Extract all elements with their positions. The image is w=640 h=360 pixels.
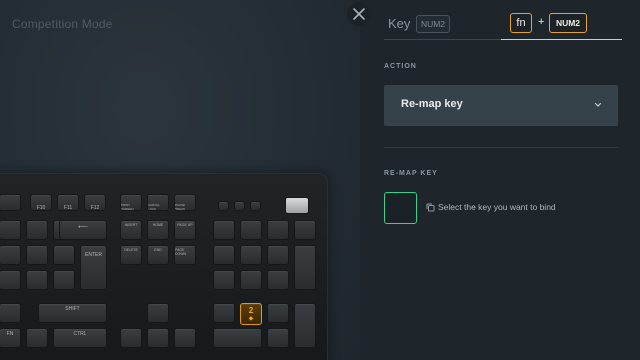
key-num0[interactable] <box>213 328 262 348</box>
key-num4[interactable] <box>213 270 235 290</box>
key[interactable] <box>53 270 75 290</box>
key-num9[interactable] <box>267 245 289 265</box>
remap-hint-text: Select the key you want to bind <box>438 202 556 212</box>
key-label: PAUSE BREAK <box>175 203 186 211</box>
key-label: F10 <box>36 205 46 211</box>
key-arrow-right[interactable] <box>174 328 196 348</box>
key-menu[interactable] <box>26 328 48 348</box>
tab-key-label: Key <box>388 16 411 31</box>
key[interactable] <box>0 245 21 265</box>
key[interactable] <box>26 245 48 265</box>
keyboard: F10 F11 F12 PRINT SCREEN SCROLL LOCK PAU… <box>0 173 328 360</box>
key-num-minus[interactable] <box>294 220 316 240</box>
key-arrow-left[interactable] <box>120 328 142 348</box>
key-label: SCROLL LOCK <box>148 203 160 211</box>
key-label: SHIFT <box>65 306 80 312</box>
media-button[interactable] <box>218 201 229 211</box>
key-page-down[interactable]: PAGE DOWN <box>174 245 196 265</box>
key-num6[interactable] <box>267 270 289 290</box>
chevron-down-icon <box>594 102 602 107</box>
key-print-screen[interactable]: PRINT SCREEN <box>120 194 142 211</box>
key-num2-highlighted[interactable]: 2 ⬥ <box>240 303 262 325</box>
copy-icon <box>426 203 435 211</box>
key-sublabel: ⬥ <box>248 315 254 322</box>
action-dropdown[interactable]: Re-map key <box>384 85 618 126</box>
key-label: 2 <box>248 305 254 315</box>
key-chip: NUM2 <box>416 15 450 33</box>
key[interactable] <box>0 220 21 240</box>
key-scroll-lock[interactable]: SCROLL LOCK <box>147 194 169 211</box>
key[interactable] <box>26 270 48 290</box>
remap-section-title: RE-MAP KEY <box>384 170 438 177</box>
key[interactable] <box>0 270 21 290</box>
key[interactable] <box>26 220 48 240</box>
key-label: FN <box>6 331 14 337</box>
key-right-shift[interactable]: SHIFT <box>38 303 107 323</box>
action-dropdown-value: Re-map key <box>401 98 463 110</box>
key-label: PAGE UP <box>177 223 193 227</box>
key-pause[interactable]: PAUSE BREAK <box>174 194 196 211</box>
key-num-divide[interactable] <box>240 220 262 240</box>
key-num7[interactable] <box>213 245 235 265</box>
key-arrow-up[interactable] <box>147 303 169 323</box>
key-label: PRINT SCREEN <box>121 203 134 211</box>
close-icon <box>353 8 365 20</box>
key-fn[interactable]: FN <box>0 328 21 348</box>
key-numlock[interactable] <box>213 220 235 240</box>
key-num-decimal[interactable] <box>267 328 289 348</box>
key-label: END <box>154 248 162 252</box>
key-label: F12 <box>90 205 100 211</box>
key-home[interactable]: HOME <box>147 220 169 240</box>
key-insert[interactable]: INSERT <box>120 220 142 240</box>
key-num3[interactable] <box>267 303 289 323</box>
media-button[interactable] <box>234 201 245 211</box>
key-right-ctrl[interactable]: CTRL <box>53 328 107 348</box>
mode-title: Competition Mode <box>12 17 113 31</box>
key-f11[interactable]: F11 <box>57 194 79 211</box>
close-button[interactable] <box>347 2 371 26</box>
key-num-multiply[interactable] <box>267 220 289 240</box>
key-label: F11 <box>63 205 73 211</box>
key-num-enter[interactable] <box>294 303 316 348</box>
divider <box>384 147 618 148</box>
tab-key[interactable]: Key NUM2 <box>384 12 501 40</box>
plus-sign: + <box>538 16 545 28</box>
binding-tabs: Key NUM2 fn + NUM2 <box>384 12 622 40</box>
key-num8[interactable] <box>240 245 262 265</box>
key-label: DELETE <box>124 248 138 252</box>
key-label: PAGE DOWN <box>175 248 187 256</box>
key-binding-panel: Key NUM2 fn + NUM2 ACTION Re-map key RE-… <box>360 0 640 360</box>
fn-chip: fn <box>510 13 532 33</box>
key-label: HOME <box>152 223 164 227</box>
key[interactable] <box>53 245 75 265</box>
key[interactable] <box>0 303 21 323</box>
key-delete[interactable]: DELETE <box>120 245 142 265</box>
key-end[interactable]: END <box>147 245 169 265</box>
key-f10[interactable]: F10 <box>30 194 52 211</box>
combo-key-chip: NUM2 <box>549 13 587 33</box>
key-label: CTRL <box>73 331 87 337</box>
keyboard-preview-area: Competition Mode F10 F11 F12 PRINT SCREE… <box>0 0 360 360</box>
key-enter[interactable]: ENTER <box>80 245 107 290</box>
key-num5[interactable] <box>240 270 262 290</box>
key-f12[interactable]: F12 <box>84 194 106 211</box>
volume-wheel[interactable] <box>285 197 309 214</box>
key-label: ENTER <box>85 252 102 258</box>
key-backspace[interactable]: ⟵ <box>59 220 107 240</box>
remap-key-slot[interactable] <box>384 192 417 224</box>
media-button[interactable] <box>250 201 261 211</box>
key-num-plus[interactable] <box>294 245 316 290</box>
key-num1[interactable] <box>213 303 235 323</box>
tab-fn-combo[interactable]: fn + NUM2 <box>501 12 622 40</box>
key-f9[interactable] <box>0 194 21 211</box>
remap-hint: Select the key you want to bind <box>426 202 556 212</box>
key-page-up[interactable]: PAGE UP <box>174 220 196 240</box>
key-label: INSERT <box>124 223 138 227</box>
key-label: ⟵ <box>77 224 89 231</box>
action-section-title: ACTION <box>384 63 417 70</box>
key-arrow-down[interactable] <box>147 328 169 348</box>
